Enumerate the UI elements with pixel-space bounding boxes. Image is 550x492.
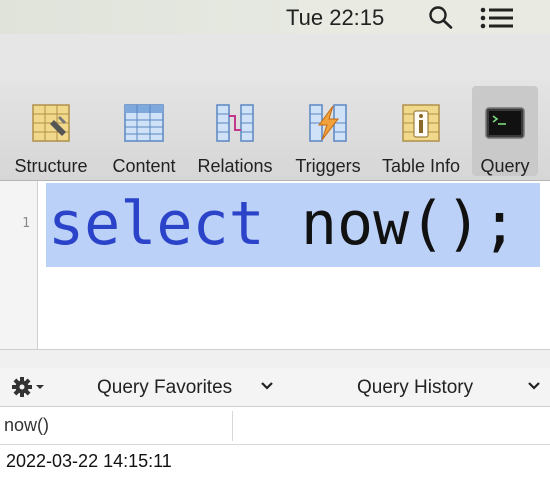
chevron-down-icon[interactable] <box>526 379 542 393</box>
results-table-header: now() <box>0 407 550 445</box>
notification-center-icon[interactable] <box>480 7 514 29</box>
query-history-dropdown[interactable]: Query History <box>357 377 473 399</box>
toolbar-triggers-label: Triggers <box>295 156 361 176</box>
query-editor[interactable]: 1 select now(); <box>0 181 550 349</box>
toolbar-structure-label: Structure <box>14 156 88 176</box>
sql-code-line[interactable]: select now(); <box>48 188 518 260</box>
query-actions-bar: Query Favorites Query History <box>0 368 550 407</box>
query-favorites-dropdown[interactable]: Query Favorites <box>97 377 232 399</box>
toolbar-table-info-button[interactable]: Table Info <box>375 86 467 176</box>
toolbar-relations-button[interactable]: Relations <box>190 86 280 176</box>
line-number-gutter: 1 <box>0 181 38 349</box>
table-info-icon <box>400 102 442 144</box>
toolbar-structure-button[interactable]: Structure <box>4 86 98 176</box>
toolbar-triggers-button[interactable]: Triggers <box>286 86 370 176</box>
menu-bar: Tue 22:15 <box>0 0 550 80</box>
content-table-icon <box>123 102 165 144</box>
toolbar-content-button[interactable]: Content <box>104 86 184 176</box>
chevron-down-icon[interactable] <box>259 379 275 393</box>
table-cell[interactable]: 2022-03-22 14:15:11 <box>6 451 172 472</box>
table-row[interactable]: 2022-03-22 14:15:11 <box>0 445 550 479</box>
line-number: 1 <box>22 216 30 231</box>
structure-icon <box>30 102 72 144</box>
toolbar-relations-label: Relations <box>197 156 273 176</box>
window-titlebar <box>0 34 550 80</box>
triggers-lightning-icon <box>307 102 349 144</box>
column-divider[interactable] <box>232 411 233 441</box>
toolbar-query-label: Query <box>480 156 530 176</box>
spotlight-search-icon[interactable] <box>428 5 454 29</box>
editor-results-splitter[interactable] <box>0 349 550 369</box>
toolbar-content-label: Content <box>112 156 176 176</box>
sql-keyword-select: select <box>48 189 265 259</box>
relations-icon <box>214 102 256 144</box>
column-header-now[interactable]: now() <box>4 415 49 436</box>
sql-function-call: now(); <box>264 189 518 259</box>
toolbar-query-button[interactable]: Query <box>472 86 538 176</box>
menubar-clock[interactable]: Tue 22:15 <box>286 5 384 31</box>
terminal-icon <box>484 102 526 144</box>
gear-menu-button[interactable] <box>12 376 48 398</box>
toolbar-table-info-label: Table Info <box>381 156 461 176</box>
window-toolbar: Structure Content Relations Triggers Tab… <box>0 80 550 181</box>
